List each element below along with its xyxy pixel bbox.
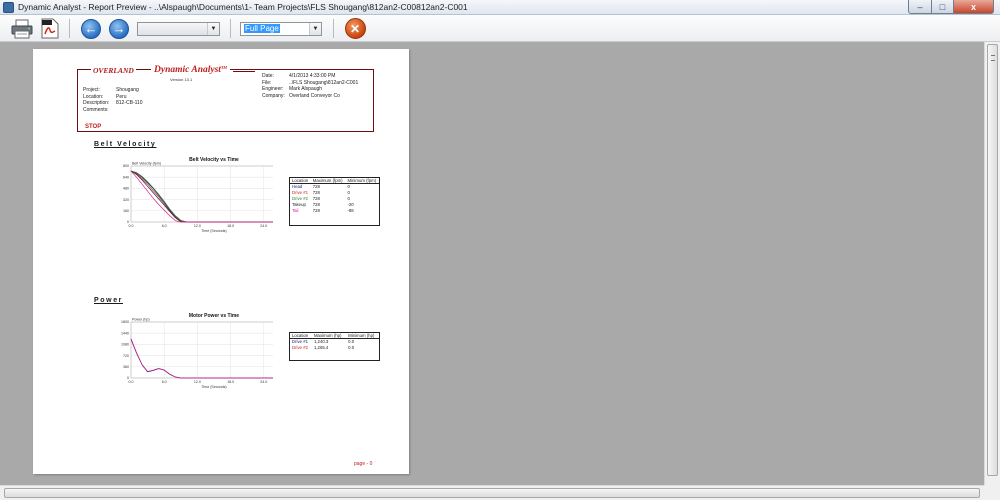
x-tick-label: 18.0 (227, 224, 234, 228)
plot-area (130, 165, 273, 223)
belt-velocity-chart: Belt Velocity vs Time Belt Velocity (fpm)… (123, 157, 273, 233)
x-tick-label: 0.0 (129, 380, 134, 384)
chevron-down-icon: ▼ (309, 23, 321, 35)
next-page-button[interactable]: → (108, 18, 130, 39)
window-close-button[interactable]: x (954, 0, 994, 14)
y-tick-label: 800 (123, 164, 129, 168)
page-number: page - 0 (354, 461, 373, 467)
plot-area (130, 321, 273, 379)
label-company: Company: (262, 92, 285, 99)
table-header: Maximum (fpm) (310, 178, 346, 184)
zoom-select[interactable]: Full Page ▼ (240, 22, 322, 36)
x-tick-label: 24.0 (260, 224, 267, 228)
page-select[interactable]: ▼ (137, 22, 220, 36)
zoom-select-value: Full Page (244, 24, 280, 33)
belt-velocity-table: Location Maximum (fpm) Minimum (fpm) Hea… (289, 177, 380, 226)
cell-maximum: 728 (312, 208, 320, 213)
stop-label: STOP (85, 124, 102, 130)
power-table: Location Maximum (hp) Minimum (hp) Drive… (289, 332, 380, 361)
value-description: 812-CB-110 (116, 100, 143, 106)
vertical-scrollbar[interactable] (984, 42, 1000, 485)
section-title-power: Power (94, 297, 124, 304)
scroll-corner (984, 485, 1000, 500)
table-row: Drive #2 1,265.4 0.0 (290, 345, 379, 351)
y-tick-label: 640 (123, 175, 129, 179)
horizontal-scrollbar[interactable] (0, 485, 984, 500)
y-tick-label: 720 (123, 354, 129, 358)
chart-title: Belt Velocity vs Time (189, 157, 239, 163)
version-label: Version 13.1 (170, 77, 193, 82)
cell-location: Tail (292, 208, 299, 213)
x-tick-label: 12.0 (194, 224, 201, 228)
table-header: Minimum (fpm) (345, 178, 379, 184)
pdf-icon (41, 18, 59, 39)
y-tick-label: 480 (123, 187, 129, 191)
table-header: Minimum (hp) (346, 333, 379, 339)
cell-minimum: 0.0 (348, 345, 355, 350)
close-preview-button[interactable]: ✕ (344, 18, 366, 39)
dynamic-analyst-logo: Dynamic AnalystTM (151, 65, 230, 75)
printer-icon (11, 19, 33, 38)
chart-title: Motor Power vs Time (189, 313, 239, 319)
meta-labels: Date: File: Engineer: Company: (262, 73, 290, 99)
y-tick-label: 360 (123, 365, 129, 369)
x-axis-label: Time (Seconds) (201, 385, 226, 389)
window-title: Dynamic Analyst - Report Preview - ..\Al… (18, 2, 468, 12)
x-tick-label: 12.0 (194, 380, 201, 384)
x-axis-label: Time (Seconds) (201, 229, 226, 233)
x-tick-label: 6.0 (162, 380, 167, 384)
trademark-mark: TM (220, 65, 227, 70)
label-comments: Comments: (83, 106, 109, 113)
cell-location: Drive #2 (292, 345, 309, 350)
logo-text: Dynamic Analyst (154, 65, 221, 75)
previous-page-button[interactable]: ← (80, 18, 102, 39)
y-tick-label: 320 (123, 198, 129, 202)
project-values: Shougang Peru 812-CB-110 (116, 87, 176, 107)
y-tick-label: 160 (123, 209, 129, 213)
toolbar-separator (69, 19, 70, 38)
table-row: Tail 728 -88 (290, 208, 379, 214)
pdf-export-button[interactable] (39, 18, 61, 39)
x-tick-label: 24.0 (260, 380, 267, 384)
table-header: Location (290, 178, 311, 184)
preview-viewport[interactable]: OVERLAND Dynamic AnalystTM Version 13.1 … (0, 42, 984, 485)
print-button[interactable] (10, 18, 34, 39)
y-tick-label: 0 (127, 376, 129, 380)
y-axis-label: Belt Velocity (fpm) (132, 162, 161, 166)
arrow-left-icon: ← (81, 18, 101, 39)
toolbar: ← → ▼ Full Page ▼ ✕ (0, 15, 1000, 42)
project-labels: Project: Location: Description: Comments… (83, 87, 115, 113)
y-tick-label: 0 (127, 220, 129, 224)
value-company: Overland Conveyor Co (289, 92, 340, 99)
cell-minimum: -88 (347, 208, 354, 213)
x-tick-label: 18.0 (227, 380, 234, 384)
maximize-button[interactable]: □ (932, 0, 954, 14)
toolbar-separator (333, 19, 334, 38)
y-tick-label: 1080 (121, 343, 129, 347)
grip-icon (991, 55, 995, 61)
section-title-belt-velocity: Belt Velocity (94, 141, 157, 148)
motor-power-chart: Motor Power vs TimePower (hp)Hor/Pr0.06.… (121, 313, 273, 389)
overland-logo: OVERLAND (91, 66, 136, 75)
table-header: Maximum (hp) (311, 333, 347, 339)
minimize-button[interactable]: – (908, 0, 932, 14)
cell-maximum: 1,265.4 (313, 345, 329, 350)
window-controls: – □ x (908, 0, 994, 14)
y-axis-label: Power (hp) (132, 318, 150, 322)
toolbar-separator (230, 19, 231, 38)
x-tick-label: 0.0 (129, 224, 134, 228)
chevron-down-icon: ▼ (207, 23, 219, 35)
app-icon (3, 2, 14, 13)
horizontal-scroll-thumb[interactable] (4, 488, 980, 498)
header-divider (233, 71, 255, 72)
close-icon: ✕ (344, 18, 366, 39)
y-tick-label: 1440 (121, 331, 129, 335)
meta-values: 4/1/2013 4:33:00 PM ..\FLS Shougang\812a… (289, 73, 373, 99)
vertical-scroll-thumb[interactable] (987, 44, 998, 476)
window-titlebar: Dynamic Analyst - Report Preview - ..\Al… (0, 0, 1000, 15)
x-tick-label: 6.0 (162, 224, 167, 228)
y-tick-label: 1800 (121, 320, 129, 324)
arrow-right-icon: → (109, 18, 129, 39)
report-page: OVERLAND Dynamic AnalystTM Version 13.1 … (33, 49, 409, 474)
